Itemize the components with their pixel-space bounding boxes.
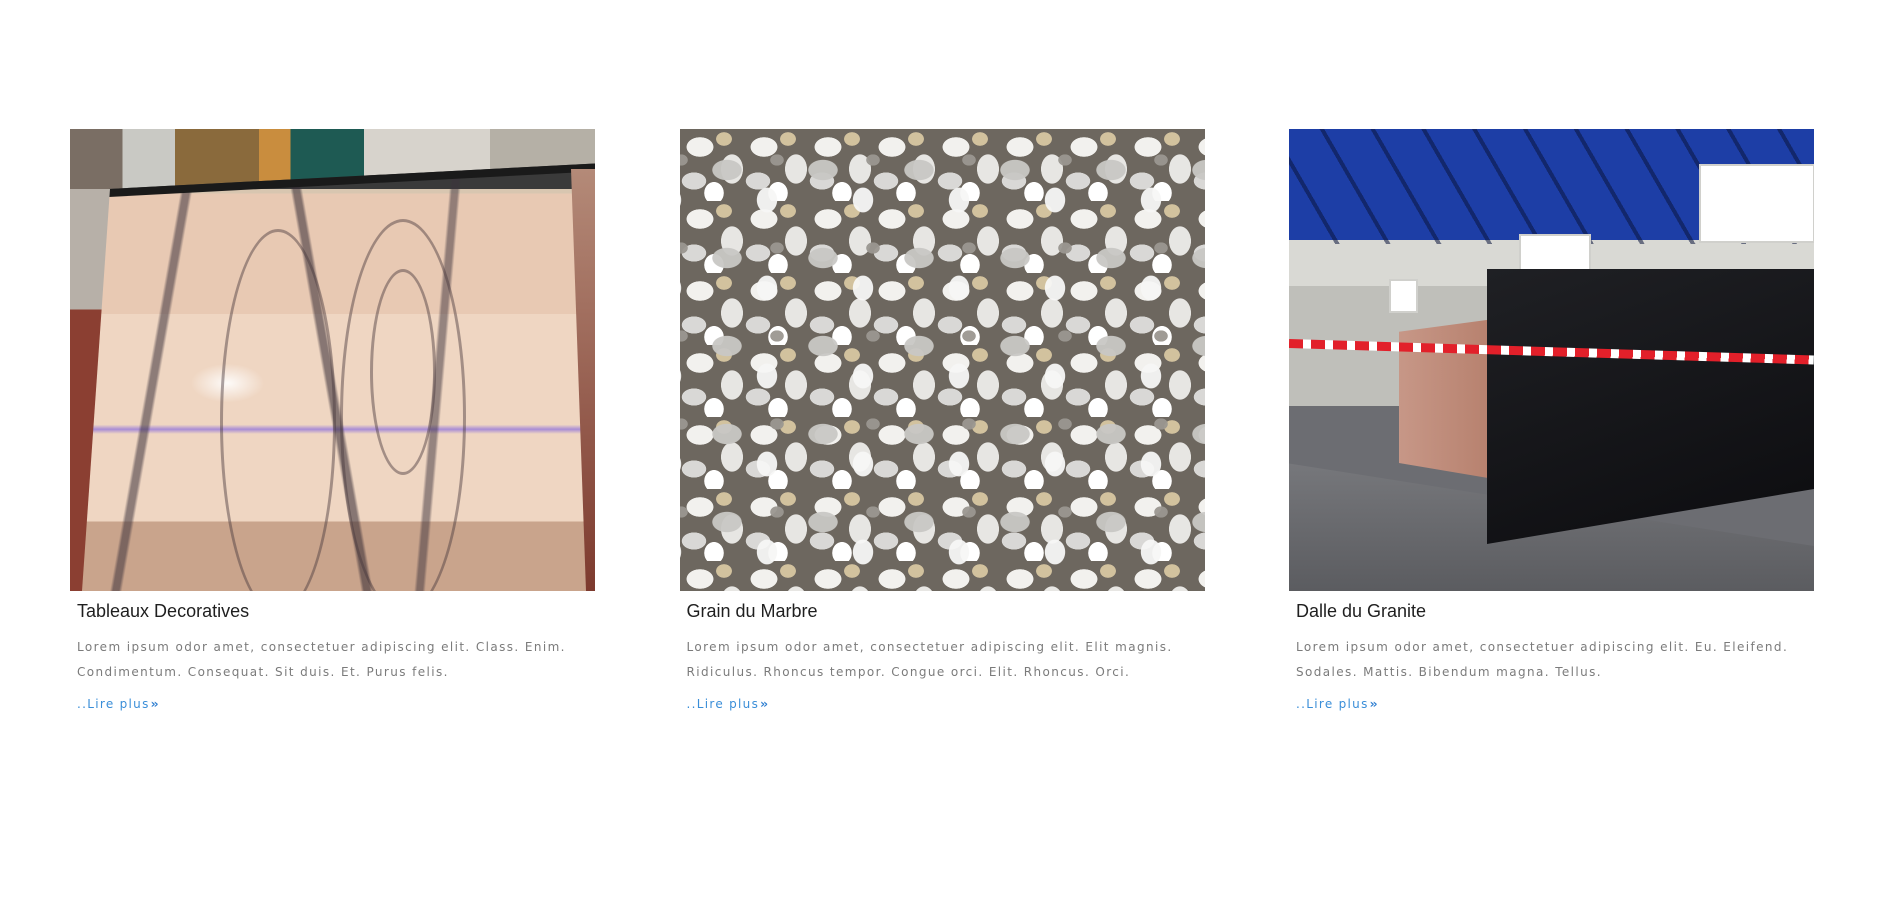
product-card-grid: Tableaux Decoratives Lorem ipsum odor am… [70, 129, 1814, 711]
card-image-granite-warehouse[interactable] [1289, 129, 1814, 591]
image-detail [1487, 269, 1814, 544]
double-chevron-right-icon: ›› [1369, 697, 1378, 711]
card-image-marble-gravel[interactable] [679, 129, 1205, 591]
double-chevron-right-icon: ›› [760, 697, 768, 711]
card-description: Lorem ipsum odor amet, consectetuer adip… [686, 640, 1173, 679]
read-more-link[interactable]: ..Lire plus ›› [77, 697, 595, 711]
card-title: Tableaux Decoratives [77, 601, 250, 621]
image-detail [70, 189, 110, 591]
product-card-dalle: Dalle du Granite Lorem ipsum odor amet, … [1289, 129, 1814, 711]
product-card-tableaux: Tableaux Decoratives Lorem ipsum odor am… [70, 129, 595, 711]
double-chevron-right-icon: ›› [150, 697, 159, 711]
card-image-marble-slab[interactable] [70, 129, 595, 591]
image-detail [1389, 279, 1418, 313]
card-title: Dalle du Granite [1296, 601, 1427, 621]
read-more-link[interactable]: ..Lire plus ›› [1296, 697, 1814, 711]
card-description: Lorem ipsum odor amet, consectetuer adip… [77, 640, 566, 679]
image-detail [1699, 164, 1814, 243]
image-detail [370, 269, 436, 475]
image-detail [571, 169, 595, 591]
image-detail [220, 229, 336, 591]
read-more-link[interactable]: ..Lire plus ›› [687, 697, 1205, 711]
product-card-grain: Grain du Marbre Lorem ipsum odor amet, c… [679, 129, 1205, 711]
read-more-label: ..Lire plus [1296, 697, 1369, 711]
card-description: Lorem ipsum odor amet, consectetuer adip… [1296, 640, 1789, 679]
card-title: Grain du Marbre [686, 601, 818, 621]
image-detail [679, 129, 1205, 591]
read-more-label: ..Lire plus [77, 697, 150, 711]
read-more-label: ..Lire plus [686, 697, 760, 711]
